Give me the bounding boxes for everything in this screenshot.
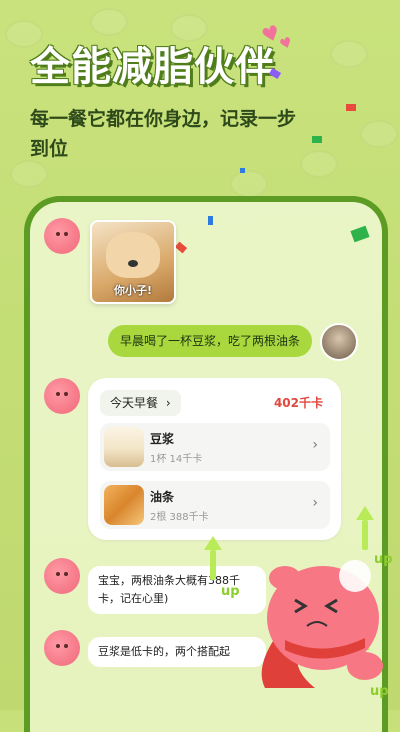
bot-avatar xyxy=(44,378,80,414)
bean-pattern xyxy=(230,170,268,198)
bean-pattern xyxy=(330,40,368,68)
mascot-illustration xyxy=(261,560,383,688)
food-item-row[interactable]: 豆浆 1杯 14千卡 › xyxy=(100,423,330,471)
bean-pattern xyxy=(10,160,48,188)
chevron-right-icon: › xyxy=(312,437,318,453)
confetti-icon xyxy=(346,104,356,111)
up-arrow-icon xyxy=(210,550,216,580)
meal-label-text: 今天早餐 xyxy=(110,396,159,410)
up-arrow-icon xyxy=(362,520,368,550)
soymilk-image xyxy=(104,427,144,467)
meal-card-label[interactable]: 今天早餐 › xyxy=(100,390,181,416)
food-name: 豆浆 xyxy=(150,432,175,446)
bot-message-bubble: 豆浆是低卡的，两个搭配起 xyxy=(88,637,266,667)
up-label: up xyxy=(221,584,240,599)
sticker-caption: 你小子! xyxy=(113,284,153,297)
food-name: 油条 xyxy=(150,490,175,504)
youtiao-image xyxy=(104,485,144,525)
bean-pattern xyxy=(90,8,128,36)
up-arrow-icon xyxy=(356,506,374,520)
meal-card: 今天早餐 › 402千卡 豆浆 1杯 14千卡 › 油条 2根 388千卡 › xyxy=(88,378,341,540)
user-message-bubble: 早晨喝了一杯豆浆，吃了两根油条 xyxy=(108,325,313,357)
dog-sticker: 你小子! xyxy=(90,220,176,304)
dog-nose xyxy=(128,260,138,267)
chevron-right-icon: › xyxy=(165,396,171,410)
page-title: 全能减脂伙伴 xyxy=(30,44,276,90)
bean-pattern xyxy=(300,150,338,178)
bot-avatar xyxy=(44,630,80,666)
chevron-right-icon: › xyxy=(312,495,318,511)
food-detail: 2根 388千卡 xyxy=(150,512,209,523)
confetti-icon xyxy=(208,216,213,225)
page-subtitle: 每一餐它都在你身边，记录一步到位 xyxy=(30,108,297,160)
confetti-icon xyxy=(312,136,322,143)
user-avatar xyxy=(320,323,358,361)
bot-avatar xyxy=(44,558,80,594)
up-arrow-icon xyxy=(204,536,222,550)
food-item-row[interactable]: 油条 2根 388千卡 › xyxy=(100,481,330,529)
bean-pattern xyxy=(360,120,398,148)
meal-total-calories: 402千卡 xyxy=(273,396,323,410)
confetti-icon xyxy=(240,168,245,173)
bot-avatar xyxy=(44,218,80,254)
food-detail: 1杯 14千卡 xyxy=(150,454,203,465)
dog-face xyxy=(106,232,160,278)
